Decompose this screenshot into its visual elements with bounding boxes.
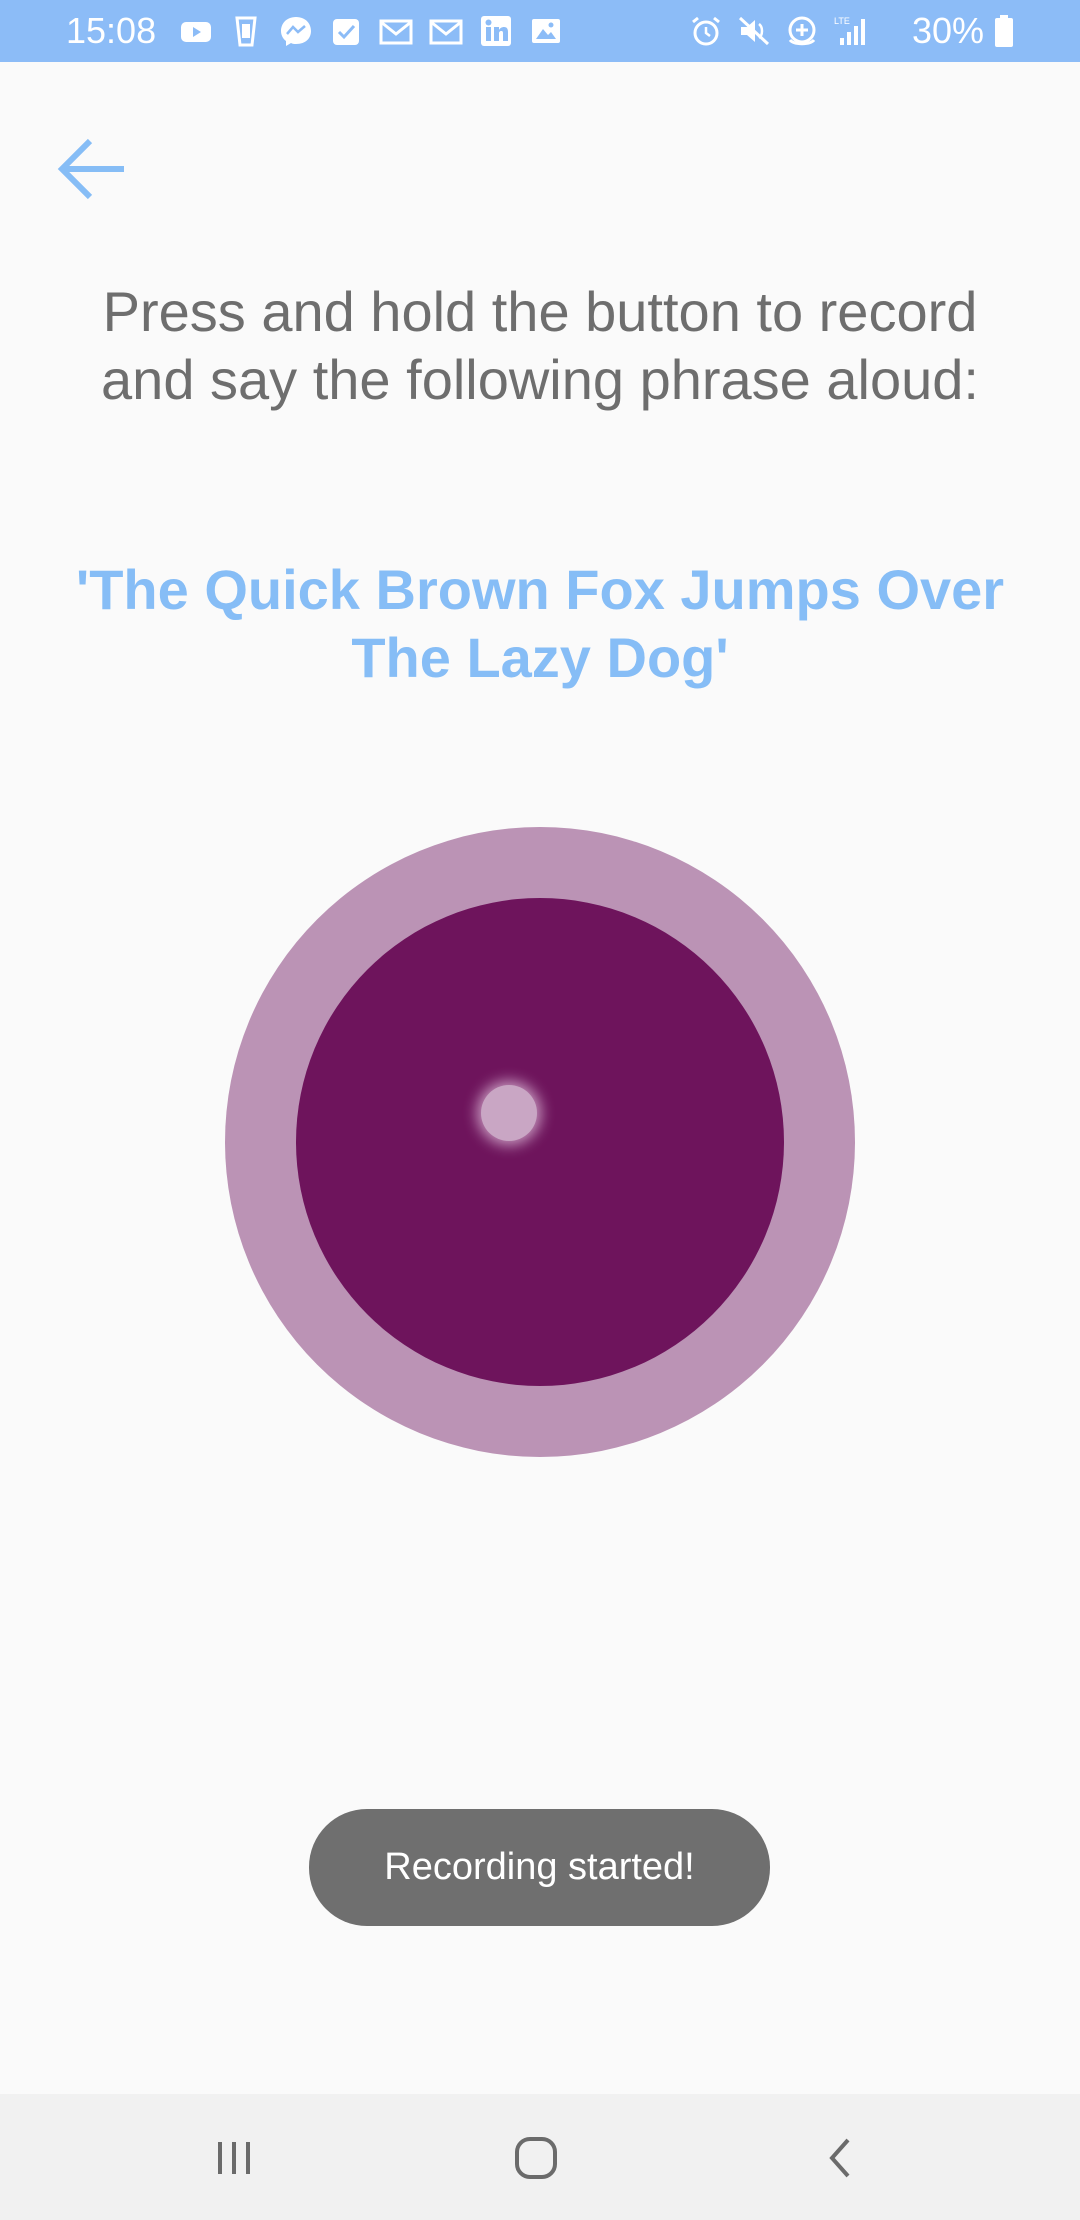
status-time: 15:08 bbox=[66, 10, 157, 51]
recording-indicator-dot bbox=[481, 1085, 537, 1141]
status-bar: 15:08 LTE 30% bbox=[0, 0, 1080, 62]
system-back-button[interactable] bbox=[790, 2118, 890, 2198]
instruction-line-1: Press and hold the button to record bbox=[102, 280, 978, 343]
checkbox-icon bbox=[333, 19, 359, 45]
mute-icon bbox=[738, 16, 770, 46]
messenger-icon bbox=[281, 17, 311, 46]
phrase-line-1: 'The Quick Brown Fox Jumps Over bbox=[75, 558, 1005, 621]
instruction-text: Press and hold the button to record and … bbox=[60, 278, 1020, 414]
recent-apps-icon bbox=[218, 2142, 250, 2174]
alarm-icon bbox=[692, 16, 720, 46]
gmail-icon bbox=[379, 19, 413, 45]
linkedin-icon bbox=[481, 16, 511, 46]
battery-icon bbox=[995, 15, 1013, 47]
gmail-icon-2 bbox=[429, 19, 463, 45]
battery-percentage: 30% bbox=[912, 10, 985, 51]
home-button[interactable] bbox=[486, 2118, 586, 2198]
svg-text:LTE: LTE bbox=[834, 16, 850, 26]
system-icons: LTE bbox=[688, 14, 868, 48]
cup-icon bbox=[235, 16, 257, 47]
toast: Recording started! bbox=[309, 1809, 770, 1926]
navigation-bar bbox=[0, 2094, 1080, 2220]
record-button-inner bbox=[296, 898, 784, 1386]
record-button[interactable] bbox=[225, 827, 855, 1457]
recent-apps-button[interactable] bbox=[184, 2118, 284, 2198]
gallery-icon bbox=[532, 19, 560, 43]
home-icon bbox=[515, 2137, 557, 2179]
notification-icons bbox=[178, 14, 564, 48]
youtube-icon bbox=[181, 22, 211, 42]
toast-message: Recording started! bbox=[384, 1846, 695, 1888]
instruction-line-2: and say the following phrase aloud: bbox=[101, 348, 979, 411]
arrow-left-icon bbox=[57, 138, 124, 200]
voice-recording-screen: 15:08 LTE 30% Press and hold the button … bbox=[0, 0, 1080, 2220]
phrase-line-2: The Lazy Dog' bbox=[351, 626, 729, 689]
lte-signal-icon: LTE bbox=[834, 16, 865, 45]
back-button[interactable] bbox=[56, 124, 156, 214]
phrase-text: 'The Quick Brown Fox Jumps Over The Lazy… bbox=[60, 556, 1020, 692]
data-saver-icon bbox=[788, 16, 816, 46]
back-icon bbox=[829, 2138, 850, 2178]
